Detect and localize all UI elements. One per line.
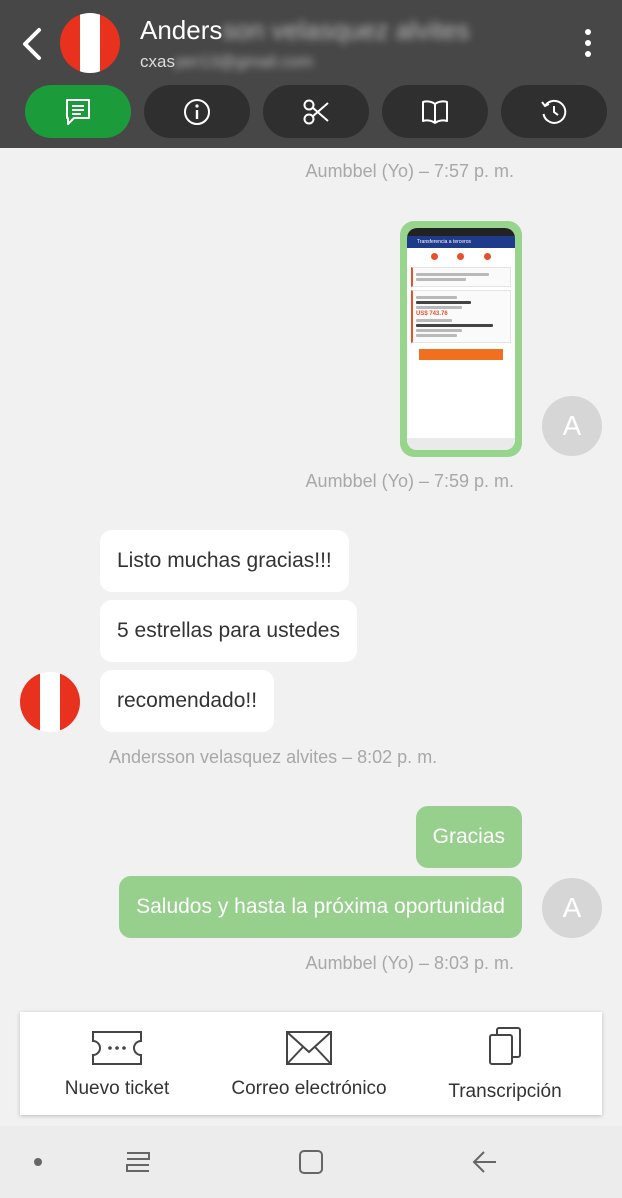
back-arrow-icon bbox=[472, 1151, 496, 1173]
new-ticket-button[interactable]: Nuevo ticket bbox=[40, 1012, 194, 1115]
chevron-left-icon bbox=[23, 28, 41, 60]
image-attachment[interactable]: Transferencia a terceros US$ 743.76 bbox=[400, 221, 522, 457]
chat-icon bbox=[66, 98, 90, 125]
recent-apps-icon bbox=[126, 1152, 150, 1172]
message-timestamp: Aumbbel (Yo) – 7:57 p. m. bbox=[305, 161, 514, 181]
home-icon bbox=[299, 1150, 323, 1174]
tab-info[interactable] bbox=[144, 85, 250, 138]
transcript-button[interactable]: Transcripción bbox=[428, 1012, 582, 1115]
agent-avatar: A bbox=[542, 396, 602, 456]
message-timestamp: Aumbbel (Yo) – 8:03 p. m. bbox=[305, 953, 514, 973]
message-timestamp: Aumbbel (Yo) – 7:59 p. m. bbox=[305, 471, 514, 491]
contact-avatar bbox=[60, 13, 120, 73]
system-navigation-bar bbox=[0, 1126, 622, 1198]
tab-knowledge-base[interactable] bbox=[382, 85, 488, 138]
back-button[interactable] bbox=[14, 24, 50, 64]
screenshot-thumbnail: Transferencia a terceros US$ 743.76 bbox=[407, 228, 515, 450]
contact-email: cxasper13@gmail.com bbox=[140, 52, 314, 71]
copy-icon bbox=[489, 1027, 521, 1065]
email-button[interactable]: Correo electrónico bbox=[216, 1012, 402, 1115]
message-timestamp: Andersson velasquez alvites – 8:02 p. m. bbox=[109, 747, 438, 767]
info-icon bbox=[184, 98, 210, 125]
tab-chat[interactable] bbox=[25, 85, 131, 138]
agent-avatar: A bbox=[542, 878, 602, 938]
tab-history[interactable] bbox=[501, 85, 607, 138]
incoming-message: Listo muchas gracias!!! bbox=[100, 530, 349, 592]
contact-name: Andersson velasquez alvites bbox=[140, 15, 470, 45]
incoming-message: 5 estrellas para ustedes bbox=[100, 600, 357, 662]
nav-dot-indicator bbox=[30, 1154, 46, 1170]
ticket-icon bbox=[92, 1031, 142, 1065]
back-nav-button[interactable] bbox=[465, 1146, 505, 1178]
chat-header: Andersson velasquez alvites cxasper13@gm… bbox=[0, 0, 622, 148]
conversation-tabs bbox=[0, 85, 622, 139]
recent-apps-button[interactable] bbox=[118, 1146, 158, 1178]
customer-avatar bbox=[20, 672, 80, 732]
history-icon bbox=[541, 99, 567, 124]
action-bar: Nuevo ticket Correo electrónico Transcri… bbox=[20, 1012, 602, 1115]
book-icon bbox=[422, 99, 448, 124]
scissors-icon bbox=[303, 99, 329, 124]
outgoing-message: Gracias bbox=[415, 806, 522, 868]
overflow-menu-button[interactable] bbox=[574, 26, 602, 60]
dot-icon bbox=[34, 1158, 42, 1166]
envelope-icon bbox=[286, 1031, 332, 1065]
home-button[interactable] bbox=[291, 1145, 331, 1179]
tab-cut[interactable] bbox=[263, 85, 369, 138]
incoming-message: recomendado!! bbox=[100, 670, 275, 732]
outgoing-message: Saludos y hasta la próxima oportunidad bbox=[119, 876, 522, 938]
